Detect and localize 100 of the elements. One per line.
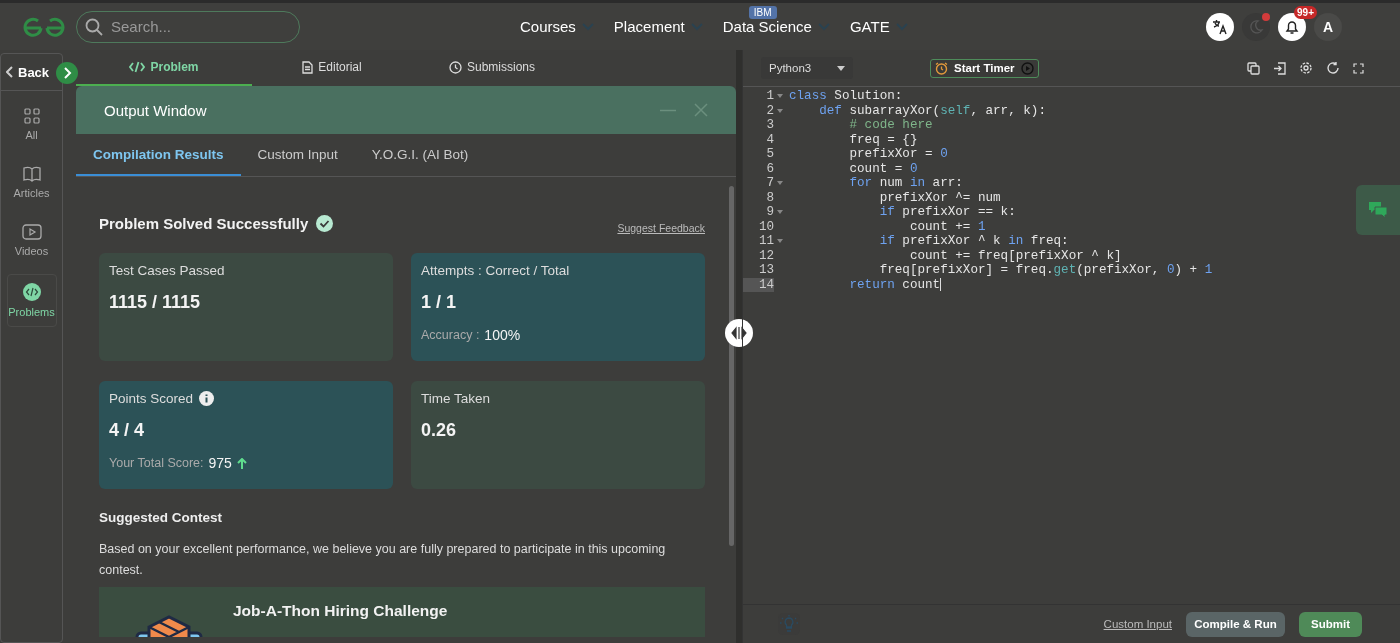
- card-value: 1 / 1: [421, 292, 458, 313]
- chevron-left-icon: [6, 66, 14, 78]
- tab[interactable]: Compilation Results: [76, 134, 241, 176]
- nav-menu[interactable]: GATE: [849, 18, 908, 35]
- card-value: 1115 / 1115: [109, 292, 202, 313]
- custom-input-link[interactable]: Custom Input: [1103, 618, 1172, 630]
- fold-icon[interactable]: [776, 239, 783, 244]
- code-line: freq = {}: [848, 132, 918, 147]
- avatar[interactable]: A: [1314, 12, 1342, 41]
- card-label: Time Taken: [421, 391, 491, 406]
- caret-icon: [837, 65, 845, 71]
- bell-icon: [1284, 18, 1300, 35]
- card-label: Test Cases Passed: [109, 263, 225, 278]
- fold-icon[interactable]: [776, 210, 783, 215]
- tab[interactable]: Y.O.G.I. (AI Bot): [354, 134, 486, 176]
- tab[interactable]: Custom Input: [240, 134, 355, 176]
- feedback-link[interactable]: Suggest Feedback: [617, 222, 705, 234]
- nav-menu[interactable]: Placement: [613, 18, 703, 35]
- line-number: 8: [765, 190, 774, 205]
- fullscreen-icon[interactable]: [1353, 62, 1364, 74]
- code-line: prefixXor ^= num: [878, 190, 1001, 205]
- nav-badge: IBM: [748, 6, 777, 19]
- document-icon: [302, 60, 314, 74]
- line-number: 13: [757, 263, 774, 278]
- code-line: count = 0: [848, 161, 918, 176]
- play-icon: [1020, 61, 1034, 75]
- alarm-clock-icon: [935, 61, 948, 75]
- line-number: 3: [765, 118, 774, 133]
- language-dropdown[interactable]: Python3: [761, 57, 853, 79]
- logo-icon[interactable]: [22, 16, 66, 37]
- fold-icon[interactable]: [776, 94, 783, 99]
- tab[interactable]: Editorial: [252, 50, 412, 86]
- sidebar-item[interactable]: Videos: [6, 216, 57, 265]
- code-line: count += freq[prefixXor ^ k]: [908, 248, 1122, 263]
- card-label: Attempts : Correct / Total: [421, 263, 570, 278]
- chat-button[interactable]: [1356, 185, 1400, 235]
- chat-icon: [1368, 201, 1388, 219]
- reset-icon[interactable]: [1326, 61, 1340, 75]
- card-label: Points Scored: [109, 391, 194, 406]
- code-line: if prefixXor == k:: [878, 205, 1016, 220]
- code-line: def subarrayXor(self, arr, k):: [818, 103, 1046, 118]
- info-icon[interactable]: [199, 391, 215, 406]
- translate-icon: [1212, 18, 1228, 35]
- copy-icon[interactable]: [1247, 61, 1260, 75]
- back-button[interactable]: Back: [1, 64, 50, 80]
- code-line: for num in arr:: [848, 176, 963, 191]
- sidebar-item[interactable]: Problems: [6, 274, 57, 327]
- submit-button[interactable]: Submit: [1299, 611, 1362, 637]
- nav-menu[interactable]: Data Science: [722, 18, 830, 35]
- line-number: 6: [765, 161, 774, 176]
- code-line: # code here: [848, 118, 933, 133]
- card-caption-value: 100%: [484, 327, 521, 343]
- clock-icon: [449, 60, 462, 74]
- notification-badge: 99+: [1294, 5, 1317, 19]
- line-number: 7: [765, 176, 774, 191]
- compile-run-button[interactable]: Compile & Run: [1186, 611, 1285, 637]
- fold-icon[interactable]: [776, 108, 783, 113]
- line-number: 5: [765, 147, 774, 162]
- status-message: Problem Solved Successfully: [99, 214, 309, 232]
- line-number: 4: [765, 132, 774, 147]
- moon-icon: [1248, 18, 1264, 35]
- card-caption: Your Total Score:: [109, 456, 204, 470]
- tab[interactable]: Submissions: [412, 50, 572, 86]
- resize-handle-icon[interactable]: [725, 319, 753, 347]
- book-icon: [22, 166, 41, 182]
- contest-description: Based on your excellent performance, we believe you are fully prepared to participate in this upcoming contest.: [99, 541, 667, 579]
- timer-button[interactable]: Start Timer: [930, 58, 1039, 78]
- line-number: 11: [757, 234, 774, 249]
- code-line: prefixXor = 0: [848, 147, 948, 162]
- section-heading: Suggested Contest: [99, 510, 223, 525]
- code-icon: [22, 283, 41, 301]
- window-title: Output Window: [104, 101, 207, 119]
- sidebar-item[interactable]: Articles: [6, 158, 57, 207]
- grid-icon: [23, 108, 40, 124]
- card-caption-value: 975: [208, 455, 232, 471]
- code-line: freq[prefixXor] = freq.get(prefixXor, 0) + 1: [878, 263, 1213, 278]
- code-line: return count: [848, 277, 942, 292]
- fold-icon[interactable]: [776, 181, 783, 186]
- search-icon: [85, 17, 103, 36]
- nav-menu[interactable]: Courses: [520, 18, 594, 35]
- line-number: 2: [765, 103, 774, 118]
- card-caption: Accuracy :: [421, 328, 480, 342]
- expand-icon[interactable]: [56, 62, 78, 84]
- code-line: class Solution:: [788, 89, 903, 104]
- line-number: 14: [743, 277, 774, 292]
- search-field[interactable]: Search...: [76, 10, 300, 43]
- card-value: 4 / 4: [109, 420, 146, 441]
- contest-card[interactable]: Job-A-Thon Hiring Challenge: [99, 587, 705, 637]
- code-icon: [129, 61, 146, 73]
- translate-button[interactable]: [1206, 12, 1234, 41]
- sidebar-item[interactable]: All: [6, 100, 57, 149]
- line-number: 1: [765, 89, 774, 104]
- line-number: 9: [765, 205, 774, 220]
- card-value: 0.26: [421, 420, 458, 441]
- scrollbar[interactable]: [729, 186, 734, 546]
- check-circle-icon: [316, 214, 334, 232]
- import-icon[interactable]: [1273, 61, 1286, 75]
- settings-icon[interactable]: [1299, 61, 1313, 75]
- video-icon: [21, 224, 42, 240]
- theme-button[interactable]: [1242, 12, 1270, 41]
